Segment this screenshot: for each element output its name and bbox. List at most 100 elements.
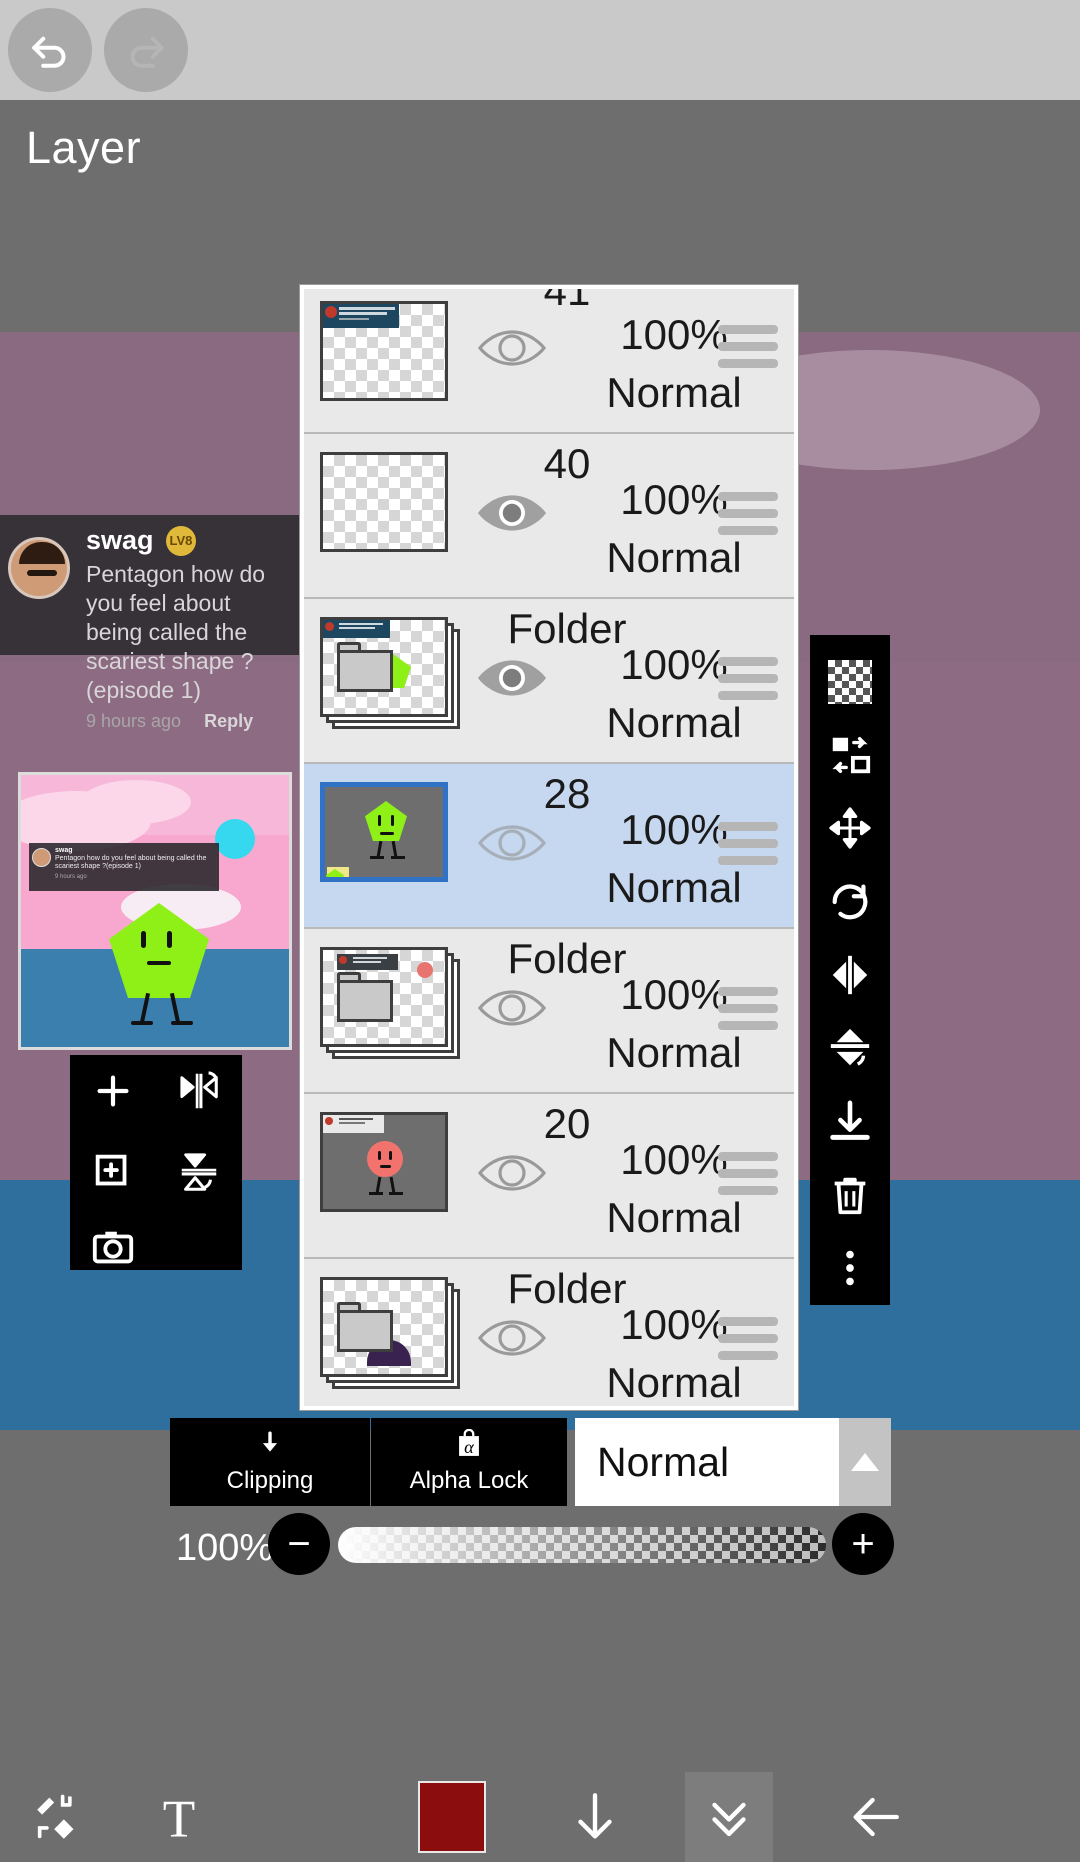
opacity-increase-button[interactable]: + (832, 1513, 894, 1575)
layer-drag-handle[interactable] (718, 987, 778, 1038)
visibility-toggle[interactable] (476, 486, 548, 540)
visibility-toggle[interactable] (476, 321, 548, 375)
clipping-arrow-icon (262, 1431, 278, 1452)
move-button[interactable] (810, 792, 890, 865)
brush-eraser-tool-button[interactable] (0, 1772, 118, 1862)
flip-horizontal-toolbar-button[interactable] (810, 938, 890, 1011)
layer-list-panel[interactable]: 41 100% Normal 40 100% Normal Folder 100… (300, 285, 798, 1410)
blend-mode-select[interactable]: Normal (575, 1418, 891, 1506)
table-row[interactable]: 41 100% Normal (304, 289, 794, 434)
back-button[interactable] (810, 1772, 940, 1862)
alpha-lock-icon: α (459, 1429, 479, 1457)
comment-meta: 9 hours ago Reply (86, 711, 293, 732)
more-options-button[interactable] (810, 1232, 890, 1305)
blend-mode-value: Normal (597, 1438, 730, 1485)
flip-horizontal-icon (832, 955, 868, 995)
comment-level-badge: LV8 (165, 525, 196, 556)
merge-down-button[interactable] (810, 1085, 890, 1158)
layer-drag-handle[interactable] (718, 1152, 778, 1203)
add-layer-button[interactable] (70, 1055, 156, 1127)
blend-mode-dropdown-arrow[interactable] (839, 1418, 891, 1506)
flip-horizontal-button[interactable] (156, 1055, 242, 1127)
opacity-value: 100% (176, 1527, 274, 1569)
comment-username: swag (86, 525, 154, 555)
layer-drag-handle[interactable] (718, 657, 778, 708)
visibility-toggle[interactable] (476, 981, 548, 1035)
folder-icon (337, 642, 393, 692)
layer-blend-mode: Normal (606, 369, 742, 416)
page-title: Layer (26, 122, 142, 173)
alpha-lock-button[interactable]: α Alpha Lock (371, 1418, 567, 1506)
alpha-lock-label: Alpha Lock (409, 1467, 529, 1494)
svg-text:α: α (464, 1437, 474, 1457)
undo-button[interactable] (8, 8, 92, 92)
text-tool-icon: T (163, 1790, 195, 1846)
flip-vertical-button[interactable] (156, 1136, 242, 1208)
layer-drag-handle[interactable] (718, 1317, 778, 1368)
swap-layer-button[interactable] (810, 718, 890, 791)
camera-icon (92, 1231, 134, 1264)
trash-icon (834, 1177, 866, 1215)
delete-layer-button[interactable] (810, 1158, 890, 1231)
top-bar (0, 0, 1080, 100)
transparency-button[interactable] (810, 645, 890, 718)
folder-icon (337, 972, 393, 1022)
layer-thumbnail[interactable] (320, 617, 462, 729)
artwork-comment-time: 9 hours ago (55, 874, 87, 880)
layer-thumbnail[interactable] (320, 782, 462, 890)
clipping-label: Clipping (226, 1467, 314, 1494)
back-arrow-icon (853, 1797, 899, 1837)
table-row[interactable]: 20 100% Normal (304, 1094, 794, 1259)
comment-timestamp: 9 hours ago (86, 711, 182, 731)
plus-label: + (851, 1522, 875, 1566)
layer-thumbnail[interactable] (320, 301, 462, 415)
layer-drag-handle[interactable] (718, 822, 778, 873)
comment-reply-link[interactable]: Reply (204, 711, 253, 731)
layer-thumbnail[interactable] (320, 452, 462, 560)
flip-vertical-icon (181, 1153, 217, 1191)
add-layer-icon (97, 1075, 129, 1107)
text-tool-button[interactable]: T (120, 1772, 238, 1862)
svg-text:T: T (163, 1790, 195, 1846)
canvas-area[interactable]: Layer swag LV8 Pentagon how do you feel … (0, 100, 1080, 1772)
avatar (8, 537, 70, 599)
visibility-toggle[interactable] (476, 1146, 548, 1200)
visibility-toggle[interactable] (476, 1311, 548, 1365)
layer-thumbnail[interactable] (320, 1112, 462, 1220)
visibility-toggle[interactable] (476, 816, 548, 870)
table-row[interactable]: Folder 100% Normal (304, 929, 794, 1094)
clipping-button[interactable]: Clipping (170, 1418, 370, 1506)
opacity-slider-track[interactable] (338, 1527, 826, 1563)
opacity-decrease-button[interactable]: − (268, 1513, 330, 1575)
artwork-comment-overlay: swag Pentagon how do you feel about bein… (29, 843, 219, 891)
download-button[interactable] (540, 1772, 650, 1862)
merge-down-icon (830, 1100, 870, 1140)
comment-overlay: swag LV8 Pentagon how do you feel about … (0, 515, 305, 731)
table-row[interactable]: Folder 100% Normal (304, 1259, 794, 1406)
rotate-button[interactable] (810, 865, 890, 938)
table-row[interactable]: 28 100% Normal (304, 764, 794, 929)
redo-button[interactable] (104, 8, 188, 92)
flip-vertical-toolbar-button[interactable] (810, 1012, 890, 1085)
table-row[interactable]: 40 100% Normal (304, 434, 794, 599)
layer-thumbnail[interactable] (320, 947, 462, 1059)
camera-button[interactable] (70, 1212, 156, 1284)
opacity-slider-row: 100% − + (0, 1505, 1080, 1601)
artwork-preview: swag Pentagon how do you feel about bein… (18, 772, 292, 1050)
duplicate-layer-icon (95, 1154, 127, 1186)
layer-drag-handle[interactable] (718, 325, 778, 376)
layer-drag-handle[interactable] (718, 492, 778, 543)
duplicate-layer-button[interactable] (70, 1136, 156, 1208)
down-arrow-icon (578, 1793, 612, 1839)
artwork-sun (215, 819, 255, 859)
redo-arrow-icon (130, 36, 164, 68)
folder-icon (337, 1302, 393, 1352)
table-row[interactable]: Folder 100% Normal (304, 599, 794, 764)
visibility-toggle[interactable] (476, 651, 548, 705)
color-picker-button[interactable] (418, 1772, 486, 1862)
move-arrows-icon (829, 807, 871, 850)
color-swatch[interactable] (418, 1781, 486, 1853)
collapse-panel-button[interactable] (685, 1772, 773, 1862)
minus-label: − (287, 1522, 311, 1566)
layer-thumbnail[interactable] (320, 1277, 462, 1389)
